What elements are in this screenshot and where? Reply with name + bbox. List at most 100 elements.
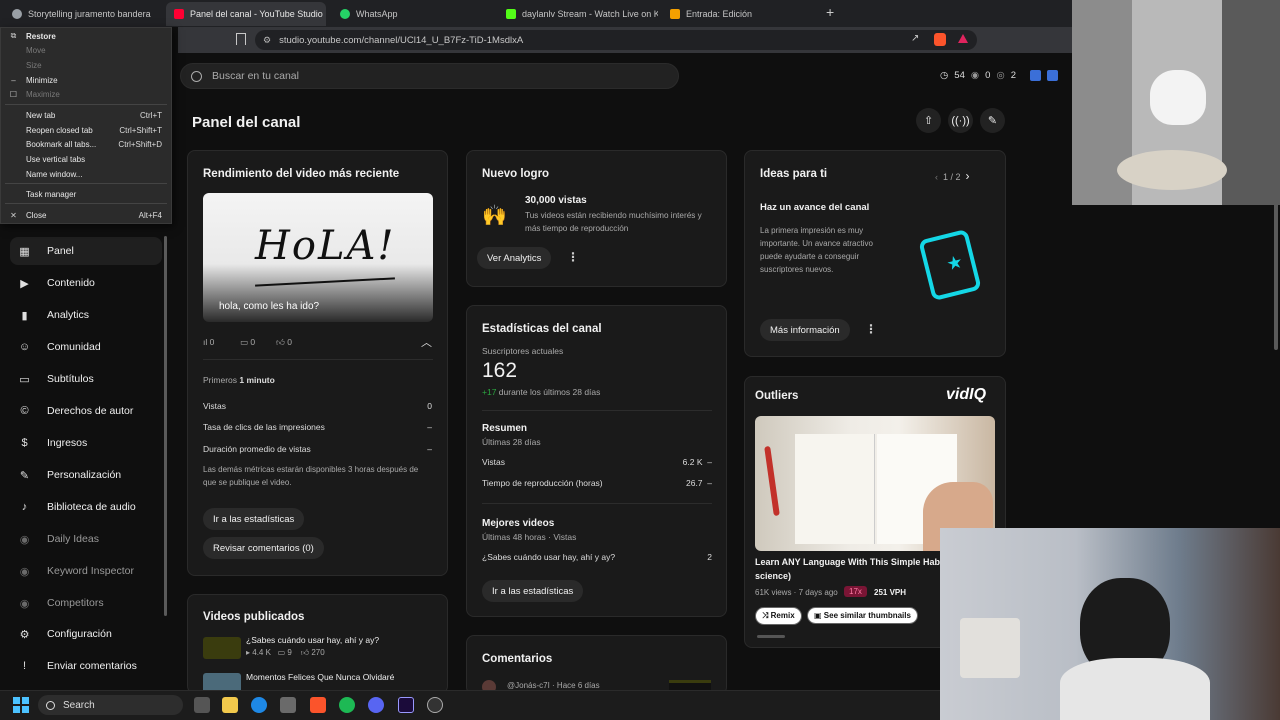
- sidebar-item-daily-ideas[interactable]: ◉ Daily Ideas: [10, 525, 162, 553]
- more-options-icon[interactable]: ⋮: [567, 250, 579, 264]
- notebook-page: [795, 434, 875, 544]
- video-thumb[interactable]: [203, 637, 241, 659]
- sidebar-item-keyword-inspector[interactable]: ◉ Keyword Inspector: [10, 557, 162, 585]
- published-video-title[interactable]: ¿Sabes cuándo usar hay, ahí y ay?: [246, 635, 379, 645]
- taskbar-search[interactable]: Search: [38, 695, 183, 715]
- sidebar-item-subtítulos[interactable]: ▭ Subtítulos: [10, 365, 162, 393]
- review-comments-button[interactable]: Revisar comentarios (0): [203, 537, 324, 559]
- sidebar-item-label: Keyword Inspector: [47, 565, 134, 577]
- browser-tab[interactable]: Storytelling juramento bandera: [4, 2, 164, 26]
- more-info-button[interactable]: Más información: [760, 319, 850, 341]
- stat-comments: 0: [985, 69, 991, 81]
- menu-item-name-window[interactable]: Name window...: [1, 167, 171, 181]
- go-to-stats-button[interactable]: Ir a las estadísticas: [482, 580, 584, 602]
- clock-icon: ◷: [940, 69, 949, 81]
- extension-icon[interactable]: [1030, 69, 1042, 81]
- menu-item-restore[interactable]: ⧉ Restore: [1, 29, 171, 43]
- desk-items: [960, 618, 1020, 678]
- menu-item-reopen-closed-tab[interactable]: Reopen closed tab Ctrl+Shift+T: [1, 123, 171, 137]
- video-thumbnail[interactable]: HoLA! hola, como les ha ido?: [203, 193, 433, 322]
- feedback-icon: !: [22, 660, 27, 672]
- more-options-icon[interactable]: ⋮: [865, 322, 877, 336]
- browser-tab-active[interactable]: Panel del canal - YouTube Studio ✕: [166, 2, 326, 26]
- browser-tab[interactable]: daylanlv Stream - Watch Live on Kick: [498, 2, 658, 26]
- remix-icon: ⤨: [762, 611, 769, 620]
- sidebar-item-derechos-de-autor[interactable]: © Derechos de autor: [10, 397, 162, 425]
- sidebar-item-enviar-comentarios[interactable]: ! Enviar comentarios: [10, 652, 162, 680]
- brave-rewards-icon[interactable]: [958, 34, 968, 43]
- channel-search-bar[interactable]: Buscar en tu canal: [180, 63, 679, 89]
- chevron-left-icon[interactable]: ‹: [935, 172, 938, 182]
- collapse-chevron-icon[interactable]: ︿: [421, 334, 432, 350]
- create-post-button[interactable]: ✎: [980, 108, 1005, 133]
- sidebar-item-biblioteca-de-audio[interactable]: ♪ Biblioteca de audio: [10, 493, 162, 521]
- realtime-stats[interactable]: ◷ 54 ◉ 0 ◎ 2: [940, 66, 1059, 84]
- url-text: studio.youtube.com/channel/UCl14_U_B7Fz-…: [279, 34, 524, 46]
- go-to-stats-button[interactable]: Ir a las estadísticas: [203, 508, 305, 530]
- published-video-title[interactable]: Momentos Felices Que Nunca Olvidaré: [246, 672, 394, 682]
- subs-count: 162: [482, 359, 518, 382]
- brave-icon[interactable]: [310, 697, 326, 713]
- sidebar-item-panel[interactable]: ▦ Panel: [10, 237, 162, 265]
- page-scrollbar[interactable]: [1274, 200, 1278, 350]
- spotify-icon[interactable]: [339, 697, 355, 713]
- obs-icon[interactable]: [427, 697, 443, 713]
- sidebar-item-analytics[interactable]: ▮ Analytics: [10, 301, 162, 329]
- bookmark-icon[interactable]: [236, 33, 246, 45]
- ideas-pager: ‹ 1 / 2 ›: [935, 169, 970, 183]
- go-live-button[interactable]: ((·)): [948, 108, 973, 133]
- cake-image: [1117, 150, 1227, 190]
- new-tab-icon[interactable]: +: [826, 4, 834, 20]
- discord-icon[interactable]: [368, 697, 384, 713]
- task-view-icon[interactable]: [194, 697, 210, 713]
- file-explorer-icon[interactable]: [222, 697, 238, 713]
- menu-item-vertical-tabs[interactable]: Use vertical tabs: [1, 152, 171, 166]
- menu-item-new-tab[interactable]: New tab Ctrl+T: [1, 108, 171, 122]
- extension-icon[interactable]: [1047, 69, 1059, 81]
- outlier-video-title[interactable]: Learn ANY Language With This Simple Habi: [755, 557, 942, 567]
- top-video-row[interactable]: ¿Sabes cuándo usar hay, ahí y ay? 2: [482, 552, 712, 562]
- upload-button[interactable]: ⇧: [916, 108, 941, 133]
- premiere-icon[interactable]: [398, 697, 414, 713]
- metric-row: Tasa de clics de las impresiones –: [203, 422, 432, 432]
- similar-thumbnails-button[interactable]: ▣ See similar thumbnails: [807, 607, 918, 624]
- chevron-right-icon[interactable]: ›: [966, 169, 970, 183]
- view-analytics-button[interactable]: Ver Analytics: [477, 247, 552, 269]
- windows-start-icon[interactable]: [13, 697, 29, 713]
- browser-tab[interactable]: Entrada: Edición: [662, 2, 822, 26]
- sidebar-scrollbar[interactable]: [164, 236, 167, 616]
- menu-item-task-manager[interactable]: Task manager: [1, 187, 171, 201]
- edge-icon[interactable]: [251, 697, 267, 713]
- site-info-icon[interactable]: ⚙: [263, 35, 271, 46]
- brave-shields-icon[interactable]: [934, 33, 946, 46]
- remix-button[interactable]: ⤨ Remix: [755, 607, 802, 625]
- outlier-meta: 61K views · 7 days ago: [755, 588, 838, 597]
- menu-item-close[interactable]: ✕ Close Alt+F4: [1, 208, 171, 222]
- search-input[interactable]: Buscar en tu canal: [212, 70, 299, 82]
- sidebar-item-contenido[interactable]: ▶ Contenido: [10, 269, 162, 297]
- menu-separator: [5, 203, 167, 204]
- settings-icon: ⚙: [19, 628, 30, 641]
- video-stat-likes: 👍︎ 0: [276, 337, 292, 347]
- store-icon[interactable]: [280, 697, 296, 713]
- webcam-overlay-cat: [1072, 0, 1280, 205]
- tab-title: daylanlv Stream - Watch Live on Kick: [522, 9, 658, 19]
- browser-tab[interactable]: WhatsApp: [332, 2, 492, 26]
- copyright-icon: ©: [20, 405, 29, 417]
- sidebar-item-configuración[interactable]: ⚙ Configuración: [10, 620, 162, 648]
- live-icon: ((·)): [951, 114, 970, 127]
- carousel-indicator[interactable]: [757, 635, 785, 638]
- sidebar-item-comunidad[interactable]: ☺ Comunidad: [10, 333, 162, 361]
- card-title: Outliers: [755, 390, 799, 402]
- share-icon[interactable]: ↗: [911, 33, 919, 44]
- sidebar-item-competitors[interactable]: ◉ Competitors: [10, 589, 162, 617]
- sidebar-item-ingresos[interactable]: $ Ingresos: [10, 429, 162, 457]
- sidebar-item-label: Competitors: [47, 597, 104, 609]
- address-bar[interactable]: ⚙ studio.youtube.com/channel/UCl14_U_B7F…: [255, 30, 977, 50]
- outlier-video-title[interactable]: science): [755, 571, 791, 581]
- sidebar-item-personalización[interactable]: ✎ Personalización: [10, 461, 162, 489]
- upload-icon: ⇧: [923, 115, 934, 127]
- person-shirt: [1060, 658, 1210, 720]
- menu-item-minimize[interactable]: – Minimize: [1, 73, 171, 87]
- menu-item-bookmark-all-tabs[interactable]: Bookmark all tabs... Ctrl+Shift+D: [1, 137, 171, 151]
